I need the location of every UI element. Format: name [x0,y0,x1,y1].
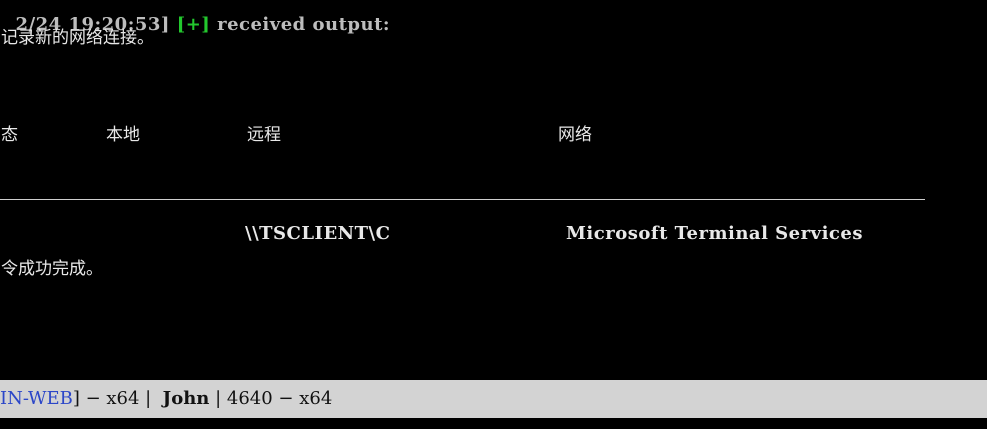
note-line: 记录新的网络连接。 [1,28,154,48]
header-local: 本地 [106,125,140,145]
status-host-name: IN-WEB [0,388,73,409]
console-input-strip[interactable] [0,418,987,429]
header-status: 态 [1,125,18,145]
status-arch-separator: ] − x64 | [72,388,163,409]
received-output-text: received output: [210,14,391,35]
header-network: 网络 [558,125,592,145]
success-indicator: [+] [176,14,211,35]
completion-line: 令成功完成。 [1,259,103,279]
status-separator: | [209,388,227,409]
row-network-provider: Microsoft Terminal Services [566,223,863,244]
beacon-status-bar: IN-WEB] − x64 | John | 4640 − x64 [0,380,987,418]
status-host: IN-WEB] − x64 | John | 4640 − x64 [0,388,332,410]
status-pid-arch: 4640 − x64 [226,388,333,409]
table-separator [0,199,925,200]
header-remote: 远程 [247,125,281,145]
row-remote-path: \\TSCLIENT\C [245,223,391,244]
status-user: John [162,388,210,409]
